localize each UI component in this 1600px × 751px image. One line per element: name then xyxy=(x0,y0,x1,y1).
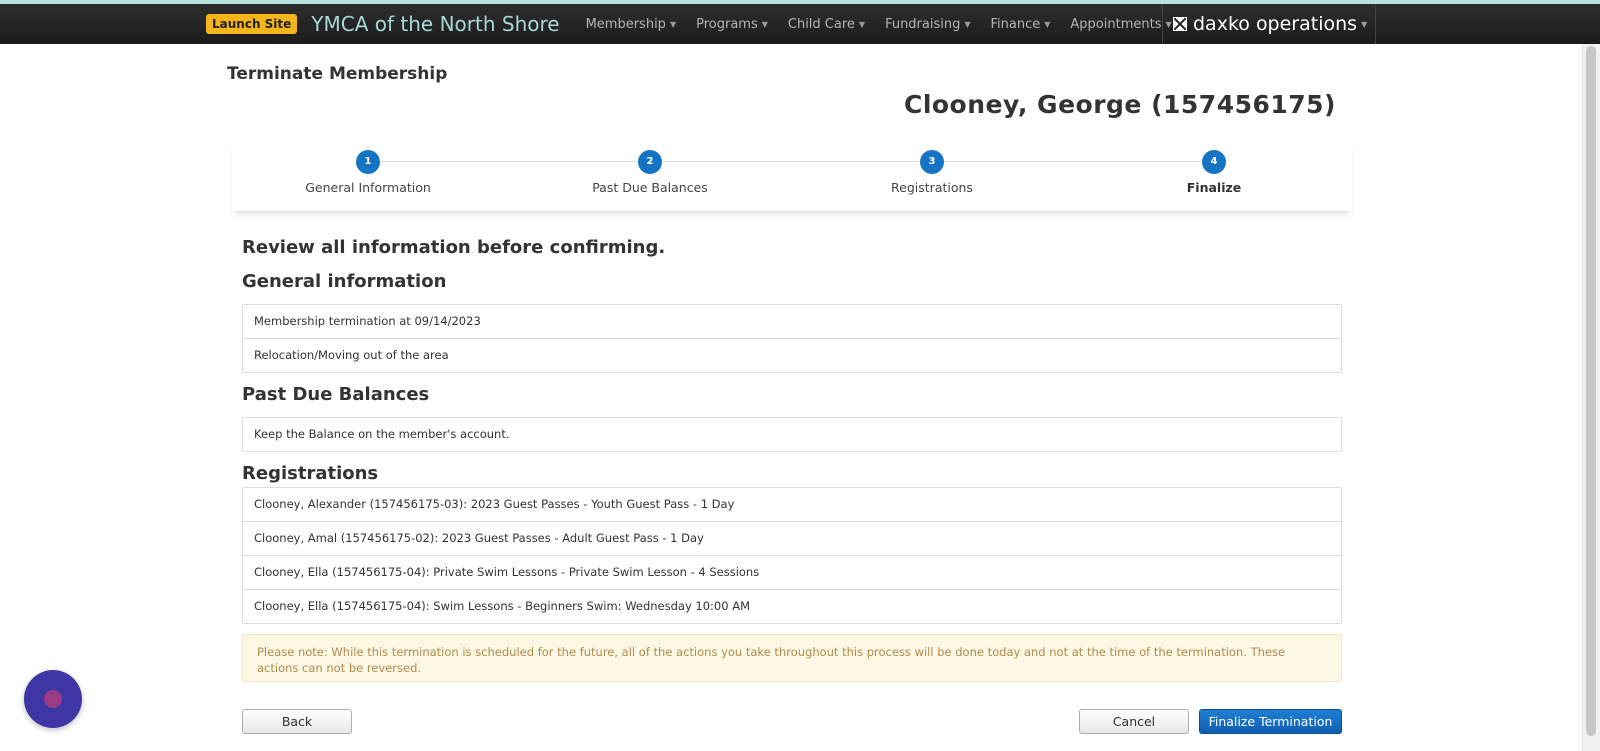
steps-connector-line xyxy=(368,161,1216,162)
caret-down-icon: ▼ xyxy=(858,19,866,29)
menu-programs[interactable]: Programs ▼ xyxy=(696,17,768,32)
past-due-balances-heading: Past Due Balances xyxy=(242,384,430,405)
list-item: Membership termination at 09/14/2023 xyxy=(254,314,481,328)
menu-fundraising[interactable]: Fundraising ▼ xyxy=(885,17,970,32)
product-name: daxko operations xyxy=(1193,13,1358,35)
page-title: Terminate Membership xyxy=(227,64,448,84)
step-finalize[interactable]: 4 Finalize xyxy=(1114,150,1314,195)
menu-membership[interactable]: Membership ▼ xyxy=(586,17,677,32)
caret-down-icon: ▼ xyxy=(669,19,677,29)
chat-icon xyxy=(44,690,62,708)
step-label: Past Due Balances xyxy=(592,180,708,195)
list-item: Clooney, Amal (157456175-02): 2023 Guest… xyxy=(243,521,1341,555)
past-due-balances-list: Keep the Balance on the member's account… xyxy=(242,417,1342,452)
step-label: Finalize xyxy=(1186,180,1242,195)
step-label: Registrations xyxy=(891,180,973,195)
caret-down-icon: ▼ xyxy=(1044,19,1051,29)
menu-child-care[interactable]: Child Care ▼ xyxy=(788,17,865,32)
brand-title[interactable]: YMCA of the North Shore xyxy=(311,12,559,36)
back-button[interactable]: Back xyxy=(242,709,352,734)
general-information-list: Membership termination at 09/14/2023 Rel… xyxy=(242,304,1342,373)
list-item: Relocation/Moving out of the area xyxy=(243,338,1341,372)
caret-down-icon: ▼ xyxy=(964,19,971,29)
warning-note: Please note: While this termination is s… xyxy=(242,634,1342,682)
step-general-information[interactable]: 1 General Information xyxy=(268,150,468,195)
list-item: Clooney, Ella (157456175-04): Private Sw… xyxy=(243,555,1341,589)
member-name: Clooney, George (157456175) xyxy=(903,90,1336,119)
page-scrollbar[interactable] xyxy=(1582,44,1600,751)
review-heading: Review all information before confirming… xyxy=(242,237,666,258)
menu-finance[interactable]: Finance ▼ xyxy=(991,17,1051,32)
step-number-badge: 4 xyxy=(1202,150,1226,174)
product-switcher[interactable]: daxko operations ▼ xyxy=(1162,4,1376,44)
daxko-logo-icon xyxy=(1173,17,1187,31)
step-number-badge: 1 xyxy=(356,150,380,174)
registrations-heading: Registrations xyxy=(242,463,379,484)
list-item: Clooney, Alexander (157456175-03): 2023 … xyxy=(254,497,735,511)
list-item: Keep the Balance on the member's account… xyxy=(254,427,510,441)
wizard-steps: 1 General Information 2 Past Due Balance… xyxy=(232,143,1352,211)
registrations-list: Clooney, Alexander (157456175-03): 2023 … xyxy=(242,487,1342,624)
menu-appointments[interactable]: Appointments ▼ xyxy=(1070,17,1171,32)
general-information-heading: General information xyxy=(242,271,447,292)
caret-down-icon: ▼ xyxy=(761,19,768,29)
caret-down-icon: ▼ xyxy=(1361,19,1368,29)
main-menu: Membership ▼ Programs ▼ Child Care ▼ Fundra… xyxy=(586,17,1192,32)
launch-site-button[interactable]: Launch Site xyxy=(206,14,298,34)
scrollbar-thumb[interactable] xyxy=(1586,46,1596,736)
list-item: Clooney, Ella (157456175-04): Swim Lesso… xyxy=(243,589,1341,623)
step-label: General Information xyxy=(305,180,431,195)
step-registrations[interactable]: 3 Registrations xyxy=(832,150,1032,195)
step-number-badge: 3 xyxy=(920,150,944,174)
cancel-button[interactable]: Cancel xyxy=(1079,709,1189,734)
step-number-badge: 2 xyxy=(638,150,662,174)
chat-launcher-button[interactable] xyxy=(24,670,82,728)
finalize-termination-button[interactable]: Finalize Termination xyxy=(1199,709,1342,734)
step-past-due-balances[interactable]: 2 Past Due Balances xyxy=(550,150,750,195)
